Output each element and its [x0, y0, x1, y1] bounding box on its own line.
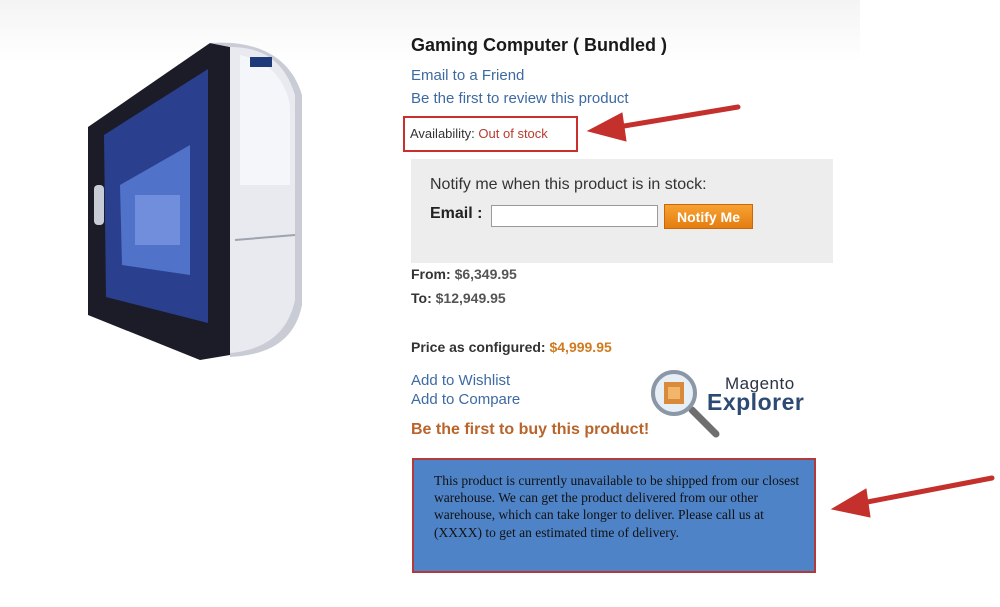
email-input[interactable]: [491, 205, 658, 227]
price-configured: Price as configured: $4,999.95: [411, 339, 612, 355]
product-title: Gaming Computer ( Bundled ): [411, 35, 667, 55]
logo-text-explorer: Explorer: [707, 389, 805, 415]
price-from-label: From:: [411, 266, 451, 282]
add-to-compare-link[interactable]: Add to Compare: [411, 391, 520, 408]
review-link[interactable]: Be the first to review this product: [411, 90, 629, 107]
price-from-value: $6,349.95: [454, 266, 517, 282]
email-friend-link[interactable]: Email to a Friend: [411, 67, 524, 84]
first-to-buy-text: Be the first to buy this product!: [411, 421, 650, 438]
email-label: Email :: [430, 205, 483, 222]
price-from: From: $6,349.95: [411, 266, 517, 282]
price-to-value: $12,949.95: [435, 290, 506, 306]
price-to: To: $12,949.95: [411, 290, 506, 306]
annotation-callout: This product is currently unavailable to…: [412, 458, 816, 573]
notify-prompt: Notify me when this product is in stock:: [430, 176, 707, 193]
add-to-wishlist-link[interactable]: Add to Wishlist: [411, 372, 510, 389]
notify-me-button[interactable]: Notify Me: [664, 204, 753, 229]
price-configured-label: Price as configured:: [411, 339, 546, 355]
arrow-to-callout: [830, 475, 995, 518]
availability-label: Availability:: [410, 126, 475, 141]
availability: Availability: Out of stock: [410, 126, 548, 141]
annotation-message: This product is currently unavailable to…: [434, 473, 800, 540]
price-configured-value: $4,999.95: [549, 339, 612, 355]
availability-status: Out of stock: [478, 126, 548, 141]
price-to-label: To:: [411, 290, 432, 306]
product-image: [88, 42, 302, 360]
